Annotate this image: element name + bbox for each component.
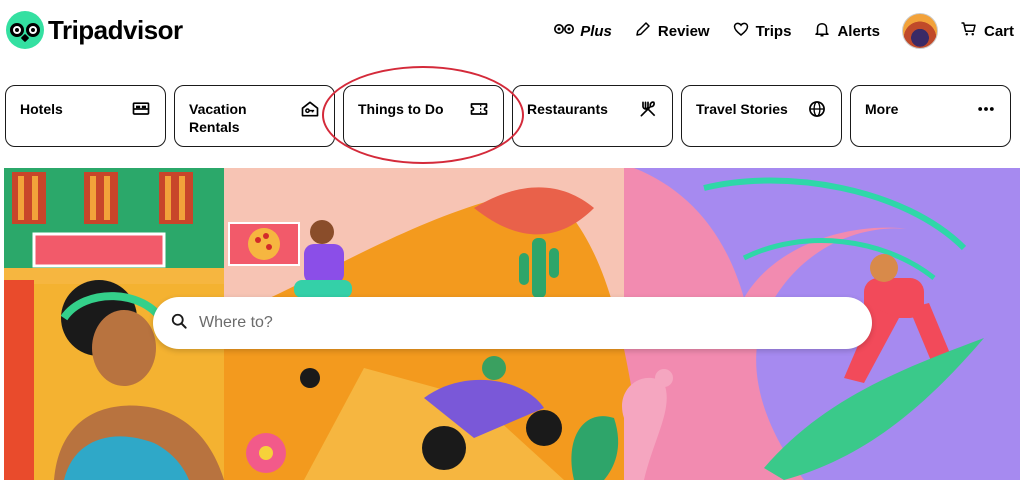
tab-vacation-rentals[interactable]: Vacation Rentals — [174, 85, 335, 147]
tab-travel-stories[interactable]: Travel Stories — [681, 85, 842, 147]
tab-label: Hotels — [20, 101, 63, 117]
plus-owl-icon — [554, 22, 575, 40]
tab-label: Restaurants — [527, 101, 608, 117]
tab-restaurants[interactable]: Restaurants — [512, 85, 673, 147]
bed-icon — [131, 99, 151, 119]
cart-link[interactable]: Cart — [960, 20, 1014, 42]
pencil-icon — [634, 20, 652, 42]
review-link[interactable]: Review — [634, 20, 710, 42]
tab-label: More — [865, 101, 899, 117]
house-key-icon — [300, 99, 320, 119]
cart-icon — [960, 20, 978, 42]
tab-label: Vacation Rentals — [189, 101, 247, 135]
tab-label: Things to Do — [358, 101, 444, 117]
cart-label: Cart — [983, 22, 1014, 40]
tab-label: Travel Stories — [696, 101, 788, 117]
brand-name: Tripadvisor — [48, 14, 183, 45]
tripadvisor-logo[interactable]: Tripadvisor — [6, 11, 183, 49]
top-nav: Plus Review Trips Alerts Cart — [554, 12, 1014, 50]
plus-label: Plus — [580, 22, 612, 40]
tab-hotels[interactable]: Hotels — [5, 85, 166, 147]
search-input[interactable] — [199, 314, 819, 332]
tab-things-to-do[interactable]: Things to Do — [343, 85, 504, 147]
site-header: Tripadvisor Plus Review Trips Alerts Car… — [0, 0, 1024, 64]
avatar[interactable] — [901, 13, 938, 49]
fork-knife-icon — [638, 99, 658, 119]
more-dots-icon — [976, 99, 996, 119]
category-tabs: Hotels Vacation Rentals Things to Do Res… — [5, 85, 1019, 147]
plus-link[interactable]: Plus — [554, 22, 612, 40]
alerts-link[interactable]: Alerts — [813, 20, 880, 42]
tab-more[interactable]: More — [850, 85, 1011, 147]
owl-eyes-icon — [6, 11, 44, 49]
ticket-icon — [469, 99, 489, 119]
search-icon — [169, 311, 189, 336]
trips-link[interactable]: Trips — [732, 20, 792, 42]
trips-label: Trips — [755, 22, 792, 40]
globe-icon — [807, 99, 827, 119]
bell-icon — [813, 20, 831, 42]
heart-icon — [732, 20, 750, 42]
review-label: Review — [657, 22, 710, 40]
search-bar[interactable] — [153, 297, 872, 349]
alerts-label: Alerts — [837, 22, 880, 40]
